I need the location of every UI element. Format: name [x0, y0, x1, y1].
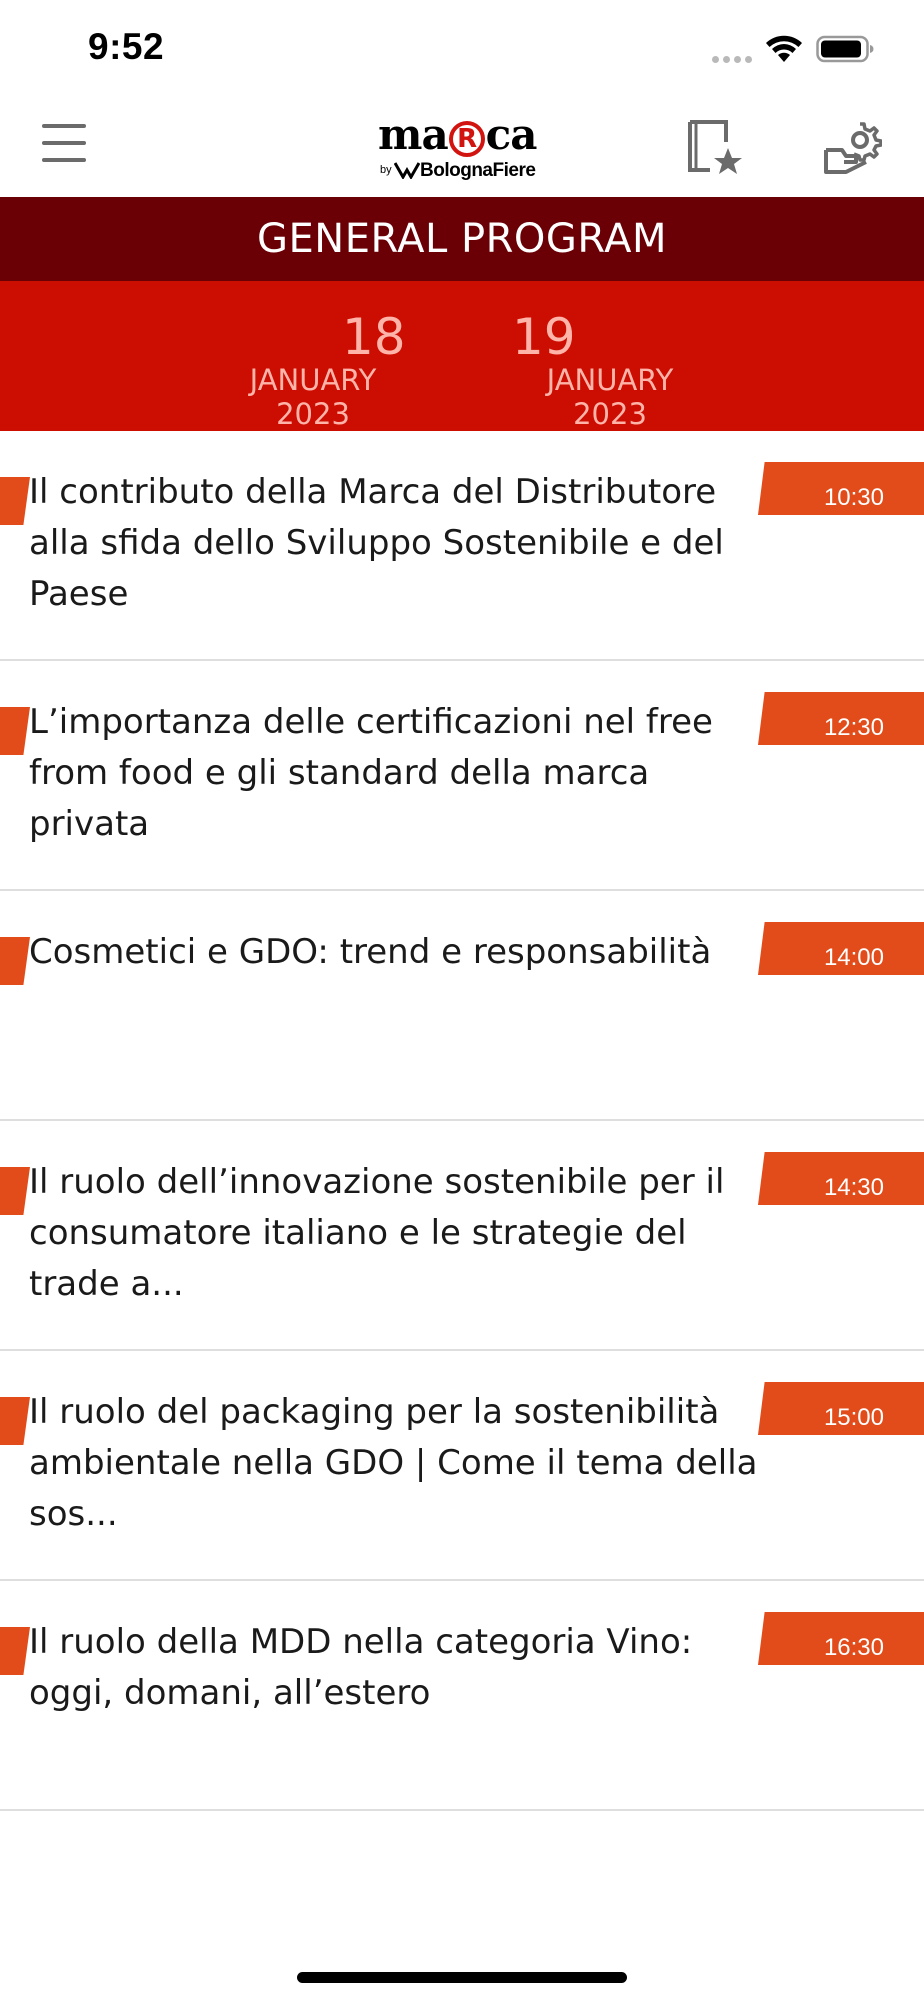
event-item[interactable]: Il contributo della Marca del Distributo…	[0, 431, 924, 661]
program-title: GENERAL PROGRAM	[0, 197, 924, 281]
event-title: Il ruolo del packaging per la sostenibil…	[29, 1392, 758, 1534]
event-title: Il ruolo dell’innovazione sostenibile pe…	[29, 1162, 725, 1304]
event-title: Cosmetici e GDO: trend e responsabilità	[29, 932, 712, 972]
date-tab-18[interactable]: 18 JANUARY 2023	[212, 311, 414, 431]
event-time-badge: 14:30	[758, 1152, 924, 1205]
hamburger-menu-icon[interactable]	[42, 124, 88, 166]
date-month: JANUARY 2023	[546, 363, 674, 431]
date-day: 18	[342, 308, 406, 366]
event-flag-icon	[0, 1627, 30, 1675]
date-month: JANUARY 2023	[249, 363, 377, 431]
event-time-badge: 14:00	[758, 922, 924, 975]
event-item[interactable]: Il ruolo della MDD nella categoria Vino:…	[0, 1581, 924, 1811]
status-bar: 9:52	[0, 0, 924, 100]
event-item[interactable]: L’importanza delle certificazioni nel fr…	[0, 661, 924, 891]
status-time: 9:52	[88, 26, 165, 67]
logo-by: by	[380, 164, 392, 176]
event-list: Il contributo della Marca del Distributo…	[0, 431, 924, 1811]
wifi-icon	[766, 35, 802, 62]
user-settings-icon[interactable]	[822, 120, 882, 178]
logo-wordmark: ma Rca	[378, 110, 537, 159]
event-flag-icon	[0, 1397, 30, 1445]
event-item[interactable]: Il ruolo dell’innovazione sostenibile pe…	[0, 1121, 924, 1351]
home-indicator[interactable]	[297, 1972, 627, 1983]
event-time-badge: 16:30	[758, 1612, 924, 1665]
event-title: Il contributo della Marca del Distributo…	[29, 472, 724, 614]
date-day: 19	[512, 308, 576, 366]
favorites-bookmark-icon[interactable]	[686, 118, 744, 178]
cellular-signal-icon	[712, 56, 752, 63]
battery-icon	[816, 35, 874, 63]
date-tab-19[interactable]: 19 JANUARY 2023	[508, 311, 712, 431]
bolognafiere-mark-icon	[394, 162, 420, 179]
event-time-badge: 12:30	[758, 692, 924, 745]
event-title: Il ruolo della MDD nella categoria Vino:…	[29, 1622, 693, 1713]
event-title: L’importanza delle certificazioni nel fr…	[29, 702, 713, 844]
event-item[interactable]: Cosmetici e GDO: trend e responsabilità …	[0, 891, 924, 1121]
date-selector: 18 JANUARY 2023 19 JANUARY 2023	[0, 281, 924, 431]
logo-subtitle: BolognaFiere	[420, 160, 536, 181]
event-flag-icon	[0, 937, 30, 985]
event-item[interactable]: Il ruolo del packaging per la sostenibil…	[0, 1351, 924, 1581]
event-flag-icon	[0, 477, 30, 525]
event-flag-icon	[0, 707, 30, 755]
app-header: ma Rca by BolognaFiere	[0, 100, 924, 197]
marca-logo: ma Rca by BolognaFiere	[372, 112, 552, 184]
event-time-badge: 10:30	[758, 462, 924, 515]
event-flag-icon	[0, 1167, 30, 1215]
event-time-badge: 15:00	[758, 1382, 924, 1435]
